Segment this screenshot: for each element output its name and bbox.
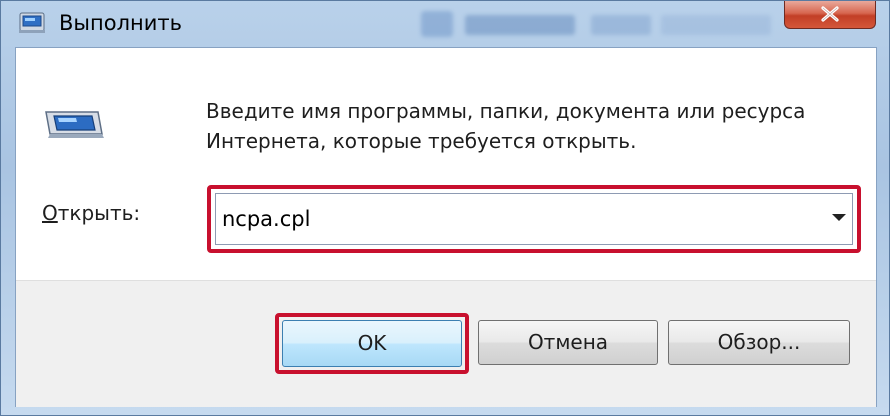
open-label-accelerator: О <box>42 201 58 225</box>
run-program-icon <box>42 104 106 144</box>
run-dialog-icon <box>17 11 47 35</box>
title-bar[interactable]: Выполнить <box>1 1 890 47</box>
chevron-down-icon[interactable] <box>832 214 846 221</box>
dialog-description: Введите имя программы, папки, документа … <box>206 99 806 153</box>
open-label-text: ткрыть: <box>57 201 141 225</box>
open-combobox[interactable] <box>215 193 853 245</box>
dialog-content: Введите имя программы, папки, документа … <box>15 47 877 407</box>
close-icon <box>821 6 839 22</box>
background-blur <box>421 5 781 43</box>
close-button[interactable] <box>784 1 876 29</box>
window-title: Выполнить <box>59 11 182 35</box>
ok-button[interactable]: OK <box>282 320 462 367</box>
open-input[interactable] <box>216 194 816 244</box>
browse-button[interactable]: Обзор... <box>668 320 850 365</box>
run-dialog-window: Выполнить Введите имя программы, папки, … <box>0 0 890 416</box>
cancel-button[interactable]: Отмена <box>478 320 658 365</box>
open-field-label: Открыть: <box>42 201 140 225</box>
